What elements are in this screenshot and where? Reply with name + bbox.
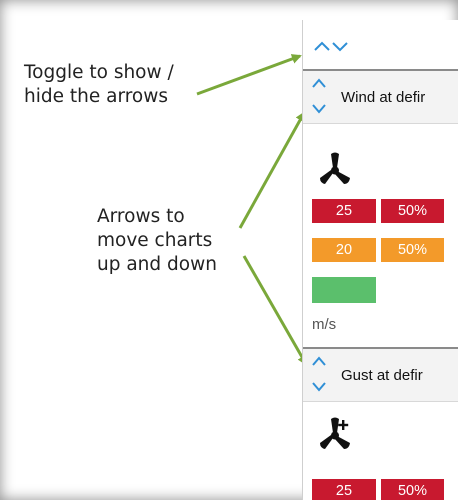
threshold-cell: 25: [312, 479, 376, 500]
threshold-cell: 50%: [381, 238, 444, 262]
fan-icon: [320, 152, 350, 184]
annotation-arrow-down: [242, 255, 308, 366]
chart-title: Wind at defir: [341, 89, 426, 106]
move-chart-down-button[interactable]: [311, 381, 327, 393]
chevron-up-icon: [312, 356, 326, 366]
toggle-arrows-button[interactable]: [312, 38, 352, 54]
chart-header-gust: Gust at defir: [303, 347, 458, 402]
move-chart-down-button[interactable]: [311, 103, 327, 115]
chevron-up-icon: [312, 78, 326, 88]
threshold-cell: [312, 277, 376, 303]
fan-plus-icon: [320, 417, 350, 449]
threshold-cell: 50%: [381, 199, 444, 223]
threshold-cell: 20: [312, 238, 376, 262]
move-chart-up-button[interactable]: [311, 355, 327, 367]
chart-title: Gust at defir: [341, 367, 423, 384]
unit-label: m/s: [312, 316, 337, 333]
screenshot-frame: Toggle to show / hide the arrows Arrows …: [0, 0, 458, 500]
chevron-down-icon: [312, 104, 326, 114]
threshold-cell: 50%: [381, 479, 444, 500]
chevron-down-icon: [312, 382, 326, 392]
annotation-arrow-toggle: [196, 54, 302, 96]
chevron-down-icon: [332, 42, 348, 52]
annotation-arrow-up: [238, 111, 306, 229]
charts-panel: Wind at defir 25 50% 20 50% m/s Gust at: [302, 20, 458, 500]
move-chart-up-button[interactable]: [311, 77, 327, 89]
chart-header-wind: Wind at defir: [303, 69, 458, 124]
threshold-cell: 25: [312, 199, 376, 223]
chevron-up-icon: [314, 41, 330, 51]
